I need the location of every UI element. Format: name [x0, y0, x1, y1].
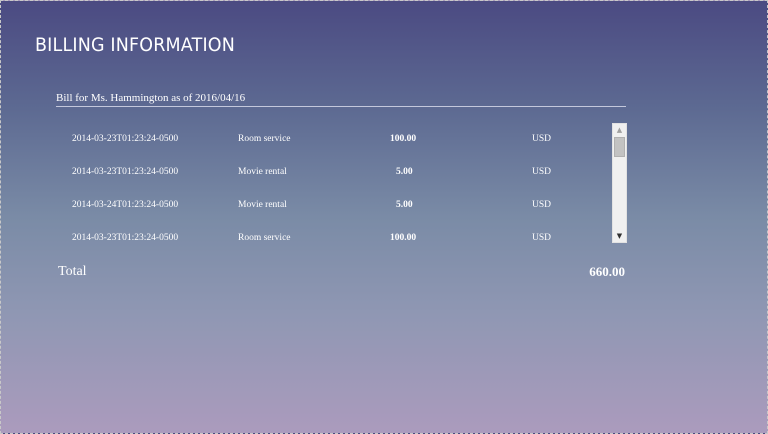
charge-date: 2014-03-24T01:23:24-0500 [72, 200, 179, 210]
charge-amount: 100.00 [390, 233, 417, 243]
charge-description: Movie rental [238, 167, 287, 177]
charge-amount: 5.00 [396, 200, 413, 210]
scroll-up-icon[interactable]: ▲ [613, 124, 626, 136]
charge-date: 2014-03-23T01:23:24-0500 [72, 167, 179, 177]
charge-description: Room service [238, 134, 291, 144]
total-label: Total [58, 264, 87, 279]
charge-description: Room service [238, 233, 291, 243]
scrollbar-thumb[interactable] [614, 137, 625, 157]
scroll-down-icon[interactable]: ▼ [613, 230, 626, 242]
list-item[interactable]: 2014-03-23T01:23:24-0500 Room service 10… [56, 122, 611, 155]
charge-currency: USD [532, 200, 552, 210]
billing-panel: BILLING INFORMATION Bill for Ms. Hamming… [0, 0, 768, 434]
charge-amount: 5.00 [396, 167, 413, 177]
charge-currency: USD [532, 134, 552, 144]
list-item[interactable]: 2014-03-23T01:23:24-0500 Room service 10… [56, 221, 611, 244]
charges-list[interactable]: 2014-03-23T01:23:24-0500 Room service 10… [56, 122, 627, 244]
bill-header: Bill for Ms. Hammington as of 2016/04/16 [56, 92, 626, 107]
list-item[interactable]: 2014-03-23T01:23:24-0500 Movie rental 5.… [56, 155, 611, 188]
total-value: 660.00 [589, 264, 625, 279]
charge-date: 2014-03-23T01:23:24-0500 [72, 233, 179, 243]
charge-date: 2014-03-23T01:23:24-0500 [72, 134, 179, 144]
charge-description: Movie rental [238, 200, 287, 210]
charge-currency: USD [532, 233, 552, 243]
charge-currency: USD [532, 167, 552, 177]
charge-amount: 100.00 [390, 134, 417, 144]
page-title: BILLING INFORMATION [35, 34, 235, 56]
list-scrollbar[interactable]: ▲ ▼ [612, 123, 627, 243]
list-item[interactable]: 2014-03-24T01:23:24-0500 Movie rental 5.… [56, 188, 611, 221]
